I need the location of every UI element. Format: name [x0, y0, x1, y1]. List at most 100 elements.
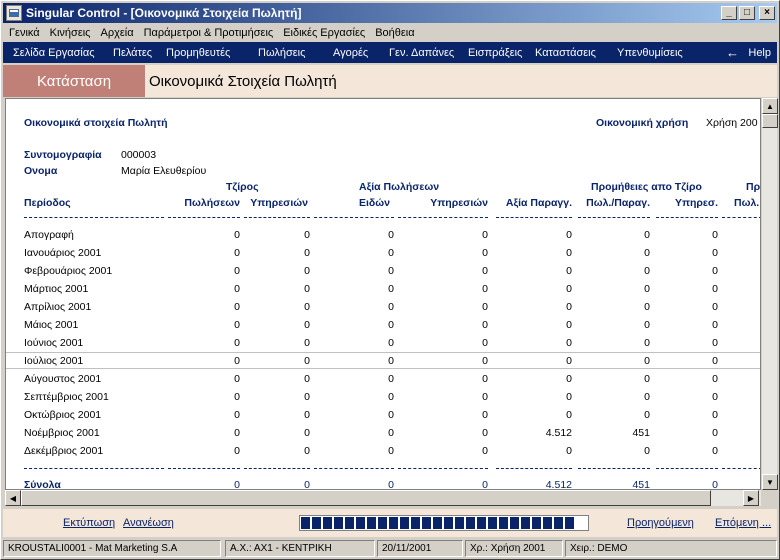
- row-value-cell: 0: [482, 373, 488, 385]
- progress-block: [312, 517, 321, 529]
- vertical-scroll-thumb[interactable]: [762, 114, 778, 128]
- scroll-left-icon[interactable]: ◀: [5, 490, 21, 506]
- row-value-cell: 0: [234, 355, 240, 367]
- nav-help[interactable]: Help: [748, 47, 771, 59]
- scroll-right-icon[interactable]: ▶: [743, 490, 759, 506]
- scroll-down-icon[interactable]: ▼: [762, 474, 778, 490]
- horizontal-scroll-thumb[interactable]: [21, 490, 711, 506]
- col-sales-goods: Ειδών: [359, 197, 390, 209]
- progress-block: [334, 517, 343, 529]
- row-value-cell: 0: [712, 445, 718, 457]
- row-value-cell: 0: [566, 409, 572, 421]
- col-comm-sales: Πωλ./Παραγ.: [586, 197, 650, 209]
- fiscal-year-label: Οικονομική χρήση: [596, 117, 689, 129]
- status-fiscal: Χρ.: Χρήση 2001: [465, 540, 563, 557]
- progress-block: [543, 517, 552, 529]
- progress-block: [532, 517, 541, 529]
- row-period[interactable]: Νοέμβριος 2001: [24, 427, 100, 439]
- row-value-cell: 0: [388, 265, 394, 277]
- progress-block: [345, 517, 354, 529]
- row-value-cell: 0: [388, 301, 394, 313]
- code-label: Συντομογραφία: [24, 149, 102, 161]
- app-window: Singular Control - [Οικονομικά Στοιχεία …: [0, 0, 780, 560]
- row-value-cell: 0: [234, 319, 240, 331]
- row-value-cell: 0: [644, 265, 650, 277]
- row-period[interactable]: Μάιος 2001: [24, 319, 78, 331]
- title-bar[interactable]: Singular Control - [Οικονομικά Στοιχεία …: [3, 3, 777, 23]
- app-icon[interactable]: [6, 5, 22, 21]
- nav-reports[interactable]: Καταστάσεις: [535, 47, 596, 59]
- scroll-up-icon[interactable]: ▲: [762, 98, 778, 114]
- row-period[interactable]: Οκτώβριος 2001: [24, 409, 101, 421]
- row-value-cell: 0: [304, 247, 310, 259]
- previous-link[interactable]: Προηγούμενη: [627, 517, 694, 529]
- col-turnover-services: Υπηρεσιών: [250, 197, 308, 209]
- progress-block: [301, 517, 310, 529]
- menu-files[interactable]: Αρχεία: [100, 27, 133, 39]
- vertical-scrollbar[interactable]: ▲ ▼: [761, 98, 778, 490]
- row-period[interactable]: Απογραφή: [24, 229, 74, 241]
- group-next: Πρ: [746, 181, 761, 193]
- nav-general-expenses[interactable]: Γεν. Δαπάνες: [389, 47, 454, 59]
- menu-general[interactable]: Γενικά: [9, 27, 40, 39]
- row-value-cell: 0: [234, 229, 240, 241]
- row-value-cell: 0: [388, 229, 394, 241]
- nav-suppliers[interactable]: Προμηθευτές: [166, 47, 230, 59]
- row-value-cell: 0: [482, 391, 488, 403]
- next-link[interactable]: Επόμενη ...: [715, 517, 771, 529]
- group-sales-value: Αξία Πωλήσεων: [359, 181, 440, 193]
- row-value-cell: 0: [388, 409, 394, 421]
- row-value-cell: 0: [644, 445, 650, 457]
- col-turnover-sales: Πωλήσεων: [184, 197, 240, 209]
- row-value-cell: 0: [304, 265, 310, 277]
- row-value-cell: 0: [644, 355, 650, 367]
- nav-bar: Σελίδα Εργασίας Πελάτες Προμηθευτές Πωλή…: [3, 42, 777, 63]
- row-value-cell: 0: [388, 337, 394, 349]
- row-period[interactable]: Δεκέμβριος 2001: [24, 445, 103, 457]
- row-period[interactable]: Ιανουάριος 2001: [24, 247, 101, 259]
- nav-customers[interactable]: Πελάτες: [113, 47, 152, 59]
- menu-help[interactable]: Βοήθεια: [375, 27, 414, 39]
- page-header: Κατάσταση Οικονομικά Στοιχεία Πωλητή: [3, 65, 777, 97]
- menu-movements[interactable]: Κινήσεις: [50, 27, 91, 39]
- progress-block: [356, 517, 365, 529]
- page-title: Οικονομικά Στοιχεία Πωλητή: [149, 72, 337, 90]
- nav-sales[interactable]: Πωλήσεις: [258, 47, 305, 59]
- row-value-cell: 0: [712, 373, 718, 385]
- row-value-cell: 0: [482, 319, 488, 331]
- row-period[interactable]: Ιούνιος 2001: [24, 337, 83, 349]
- totals-label: Σύνολα: [24, 479, 61, 490]
- row-value-cell: 0: [712, 337, 718, 349]
- nav-receipts[interactable]: Εισπράξεις: [468, 47, 522, 59]
- name-label: Ονομα: [24, 165, 58, 177]
- row-period[interactable]: Μάρτιος 2001: [24, 283, 88, 295]
- row-value-cell: 0: [234, 337, 240, 349]
- refresh-link[interactable]: Ανανέωση: [123, 517, 174, 529]
- menu-parameters[interactable]: Παράμετροι & Προτιμήσεις: [144, 27, 274, 39]
- print-link[interactable]: Εκτύπωση: [63, 517, 115, 529]
- row-value-cell: 4.512: [545, 427, 572, 439]
- nav-workpage[interactable]: Σελίδα Εργασίας: [13, 47, 95, 59]
- row-period[interactable]: Φεβρουάριος 2001: [24, 265, 112, 277]
- minimize-button[interactable]: _: [721, 6, 737, 20]
- totals-value-cell: 0: [234, 479, 240, 490]
- row-value-cell: 0: [388, 283, 394, 295]
- progress-block: [565, 517, 574, 529]
- close-button[interactable]: ×: [759, 6, 775, 20]
- menu-special-tasks[interactable]: Ειδικές Εργασίες: [283, 27, 365, 39]
- nav-reminders[interactable]: Υπενθυμίσεις: [617, 47, 683, 59]
- nav-purchases[interactable]: Αγορές: [333, 47, 368, 59]
- row-period[interactable]: Αύγουστος 2001: [24, 373, 101, 385]
- row-period[interactable]: Απρίλιος 2001: [24, 301, 91, 313]
- bottom-bar: Εκτύπωση Ανανέωση Προηγούμενη Επόμενη ..…: [3, 509, 777, 537]
- progress-block: [411, 517, 420, 529]
- maximize-button[interactable]: □: [739, 6, 755, 20]
- tab-status[interactable]: Κατάσταση: [3, 65, 145, 97]
- row-period[interactable]: Σεπτέμβριος 2001: [24, 391, 109, 403]
- row-value-cell: 0: [388, 427, 394, 439]
- row-period[interactable]: Ιούλιος 2001: [24, 355, 83, 367]
- group-turnover: Τζίρος: [226, 181, 259, 193]
- horizontal-scrollbar[interactable]: ◀ ▶: [5, 490, 761, 506]
- name-value: Μαρία Ελευθερίου: [121, 165, 207, 177]
- back-arrow-icon[interactable]: ←: [726, 45, 739, 60]
